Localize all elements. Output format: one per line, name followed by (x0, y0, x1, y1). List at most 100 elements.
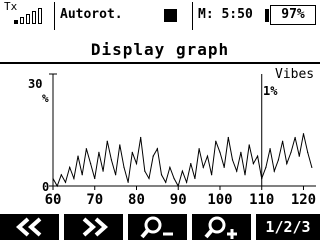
vibes-data-point (198, 148, 200, 150)
x-tick-label: 120 (291, 192, 316, 208)
vibes-data-point (290, 151, 292, 153)
vibes-data-point (156, 148, 158, 150)
title-band: Display graph (0, 40, 320, 64)
vibes-data-point (106, 140, 108, 142)
vibes-data-point (206, 155, 209, 157)
vibes-data-point (286, 163, 288, 165)
vibes-data-point (73, 177, 75, 180)
zoom-out-button[interactable] (128, 214, 187, 240)
vibes-data-point (202, 166, 204, 168)
zoom-in-button[interactable] (192, 214, 251, 240)
vibes-data-point (135, 163, 138, 165)
vibes-data-point (85, 148, 87, 150)
next-button[interactable] (64, 214, 123, 240)
model-name[interactable]: Autorot. (60, 7, 123, 23)
signal-bar (38, 8, 42, 24)
vibes-data-point (69, 166, 71, 168)
series-label: Vibes (275, 67, 315, 82)
vibes-data-point (298, 155, 300, 157)
x-tick-label: 60 (45, 192, 62, 208)
vibes-data-point (144, 170, 146, 172)
status-bar: Tx Autorot. M: 5:50 97% (0, 0, 320, 31)
vibes-series-line (52, 133, 313, 188)
bottom-toolbar: 1/2/3 (0, 214, 320, 240)
vibes-data-point (269, 148, 271, 150)
zoom-in-icon (200, 216, 244, 245)
double-chevron-left-icon (10, 217, 50, 245)
vibes-data-point (185, 181, 188, 183)
vibes-data-point (294, 136, 296, 139)
timer[interactable]: M: 5:50 (198, 7, 253, 23)
vibes-data-point (102, 170, 104, 172)
vibes-data-point (131, 151, 133, 153)
vibes-data-point (52, 177, 54, 180)
vibes-graph[interactable]: 30 % 0 Vibes 1% 60 70 80 90 100 110 120 (0, 62, 320, 214)
vibes-data-point (302, 133, 305, 135)
vibes-data-point (240, 151, 242, 153)
x-tick-label: 90 (170, 192, 187, 208)
vibes-data-point (231, 159, 234, 161)
flight-mode-icon (164, 9, 177, 22)
x-tick-label: 80 (128, 192, 145, 208)
vibes-data-point (223, 166, 225, 168)
vibes-data-point (81, 174, 83, 176)
status-divider (54, 2, 55, 30)
vibes-data-point (89, 163, 92, 165)
vibes-data-point (194, 177, 196, 180)
vibes-data-point (219, 151, 221, 153)
signal-bar (20, 17, 24, 24)
cursor-value-label: 1% (263, 84, 278, 98)
vibes-data-point (169, 166, 171, 168)
vibes-data-point (177, 185, 179, 187)
page-title: Display graph (90, 40, 230, 59)
vibes-data-point (307, 151, 309, 153)
vibes-data-point (256, 155, 259, 157)
vibes-data-point (127, 181, 129, 183)
vibes-data-point (190, 163, 192, 165)
vibes-data-point (252, 163, 254, 165)
vibes-data-point (110, 159, 113, 161)
vibes-data-point (277, 159, 280, 161)
y-min-label: 0 (42, 180, 50, 194)
prev-button[interactable] (0, 214, 59, 240)
battery-tip-icon (265, 9, 269, 22)
vibes-data-point (165, 181, 167, 183)
vibes-data-point (119, 144, 121, 146)
x-tick-label: 70 (86, 192, 103, 208)
vibes-data-point (140, 136, 142, 139)
vibes-data-point (94, 177, 96, 180)
vibes-data-point (115, 174, 117, 176)
vibes-data-point (227, 136, 229, 139)
vibes-data-point (148, 177, 150, 180)
vibes-data-point (282, 140, 284, 142)
double-chevron-right-icon (74, 217, 114, 245)
y-max-label: 30 (28, 77, 43, 91)
signal-bar (26, 14, 30, 24)
vibes-data-point (181, 170, 184, 172)
vibes-data-point (261, 177, 263, 180)
vibes-data-point (98, 151, 100, 153)
vibes-data-point (244, 174, 246, 176)
vibes-data-point (56, 185, 58, 187)
vibes-data-point (77, 155, 79, 157)
y-unit-label: % (42, 92, 49, 105)
battery-percent: 97% (281, 7, 305, 22)
vibes-data-point (123, 166, 125, 168)
vibes-data-point (60, 174, 62, 176)
vibes-data-point (160, 174, 163, 176)
page-button[interactable]: 1/2/3 (256, 214, 320, 240)
vibes-data-point (64, 181, 67, 183)
vibes-data-point (273, 170, 275, 172)
zoom-out-icon (136, 216, 180, 245)
vibes-data-point (215, 140, 217, 142)
x-tick-label: 110 (249, 192, 274, 208)
signal-bar (14, 20, 18, 24)
vibes-data-point (173, 177, 175, 180)
signal-strength-icon (14, 7, 48, 24)
x-tick-label: 100 (207, 192, 232, 208)
vibes-data-point (248, 144, 250, 146)
status-divider (192, 2, 193, 30)
vibes-data-point (236, 170, 238, 172)
vibes-data-point (152, 155, 154, 157)
vibes-data-point (211, 174, 213, 176)
